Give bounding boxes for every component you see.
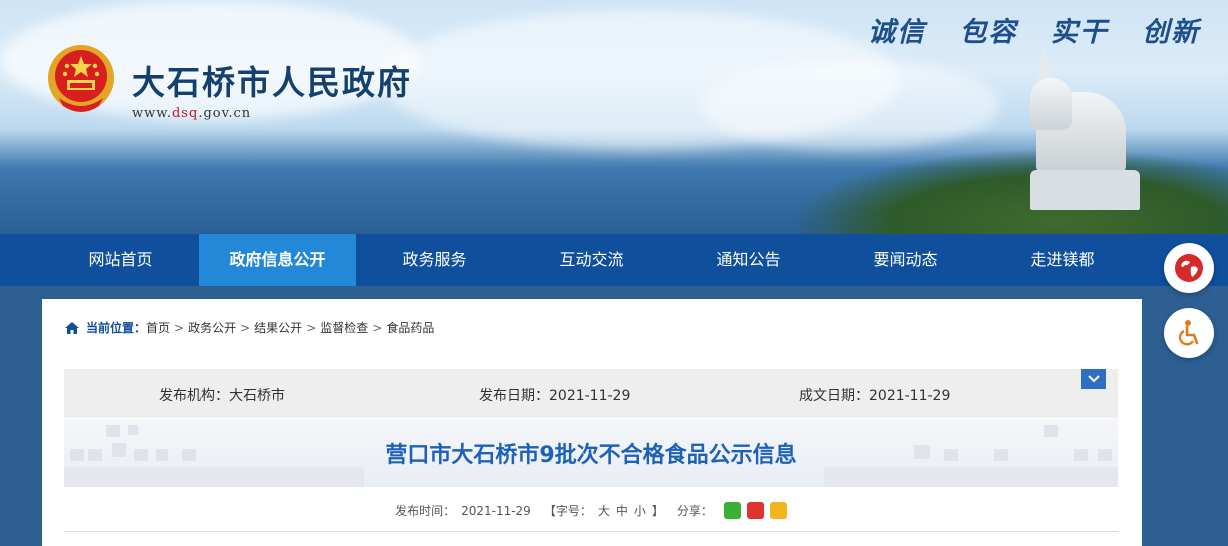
statue-decoration	[1030, 78, 1072, 130]
breadcrumb-item[interactable]: 监督检查	[320, 319, 368, 336]
meta-box: 发布机构：大石桥市 发布日期：2021-11-29 成文日期：2021-11-2…	[64, 369, 1118, 418]
breadcrumb-separator: >	[240, 320, 251, 335]
breadcrumb-separator: >	[306, 320, 317, 335]
article-title: 营口市大石桥市9批次不合格食品公示信息	[385, 443, 797, 468]
expand-toggle[interactable]	[1081, 369, 1106, 389]
nav-item-interaction[interactable]: 互动交流	[513, 234, 670, 286]
globe-icon	[1175, 254, 1203, 282]
home-icon	[65, 321, 79, 334]
font-size-small[interactable]: 小	[634, 502, 646, 519]
url-suffix: .gov.cn	[198, 106, 252, 121]
doc-date-value: 2021-11-29	[869, 388, 951, 404]
accessibility-icon	[1178, 320, 1199, 346]
title-box: 营口市大石桥市9批次不合格食品公示信息	[64, 419, 1118, 487]
info-row: 发布时间： 2021-11-29 【字号： 大 中 小 】 分享：	[64, 502, 1118, 519]
pixel-decoration	[106, 425, 120, 437]
pixel-decoration	[64, 467, 364, 487]
breadcrumb-separator: >	[174, 320, 185, 335]
qzone-icon[interactable]	[769, 502, 787, 519]
pixel-decoration	[824, 467, 1118, 487]
url-highlight: dsq	[171, 106, 199, 121]
font-size-medium[interactable]: 中	[616, 502, 628, 519]
statue-decoration	[1030, 170, 1140, 210]
accessibility-button[interactable]	[1164, 308, 1214, 358]
weibo-icon[interactable]	[746, 502, 764, 519]
site-url: www.dsq.gov.cn	[132, 106, 251, 121]
publisher-label: 发布机构：	[159, 388, 229, 404]
publisher-meta: 发布机构：大石桥市	[159, 385, 285, 405]
nav-item-notices[interactable]: 通知公告	[670, 234, 827, 286]
statue-decoration	[1036, 48, 1054, 82]
publisher-value: 大石桥市	[229, 388, 285, 404]
breadcrumb-separator: >	[372, 320, 383, 335]
header-banner: 大石桥市人民政府 www.dsq.gov.cn 诚信 包容 实干 创新	[0, 0, 1228, 234]
nav-item-news[interactable]: 要闻动态	[827, 234, 984, 286]
pixel-decoration	[1044, 425, 1058, 437]
content-panel: 当前位置： 首页 > 政务公开 > 结果公开 > 监督检查 > 食品药品 发布机…	[42, 299, 1142, 546]
site-title[interactable]: 大石桥市人民政府	[132, 56, 412, 104]
nav-item-gov-info[interactable]: 政府信息公开	[199, 234, 356, 286]
breadcrumb-item[interactable]: 食品药品	[386, 319, 434, 336]
publish-time-label: 发布时间：	[395, 504, 456, 518]
doc-date-label: 成文日期：	[799, 388, 869, 404]
cloud-decoration	[700, 60, 1000, 150]
font-size-large[interactable]: 大	[598, 502, 610, 519]
url-prefix: www.	[132, 106, 172, 121]
publish-date-meta: 发布日期：2021-11-29	[479, 385, 630, 405]
publish-date-value: 2021-11-29	[549, 388, 631, 404]
globe-button[interactable]	[1164, 243, 1214, 293]
island-decoration	[798, 150, 1228, 234]
nav-item-about[interactable]: 走进镁都	[984, 234, 1141, 286]
wechat-icon[interactable]	[723, 502, 741, 519]
breadcrumb-label: 当前位置：	[86, 321, 147, 335]
font-size-close: 】	[651, 504, 664, 518]
breadcrumb-item[interactable]: 政务公开	[188, 319, 236, 336]
nav-item-services[interactable]: 政务服务	[356, 234, 513, 286]
font-size-open: 【字号：	[543, 504, 592, 518]
doc-date-meta: 成文日期：2021-11-29	[799, 385, 950, 405]
share-label: 分享：	[676, 504, 713, 518]
breadcrumb-item[interactable]: 首页	[146, 319, 170, 336]
divider	[64, 531, 1118, 532]
nav-item-home[interactable]: 网站首页	[42, 234, 199, 286]
pixel-decoration	[128, 425, 138, 435]
slogan: 诚信 包容 实干 创新	[868, 17, 1201, 48]
chevron-down-icon	[1087, 375, 1100, 383]
main-nav: 网站首页 政府信息公开 政务服务 互动交流 通知公告 要闻动态 走进镁都	[0, 234, 1228, 286]
publish-date-label: 发布日期：	[479, 388, 549, 404]
breadcrumb: 当前位置： 首页 > 政务公开 > 结果公开 > 监督检查 > 食品药品	[64, 319, 434, 336]
national-emblem-icon[interactable]	[43, 42, 119, 118]
publish-time-value: 2021-11-29	[461, 503, 531, 518]
breadcrumb-item[interactable]: 结果公开	[254, 319, 302, 336]
